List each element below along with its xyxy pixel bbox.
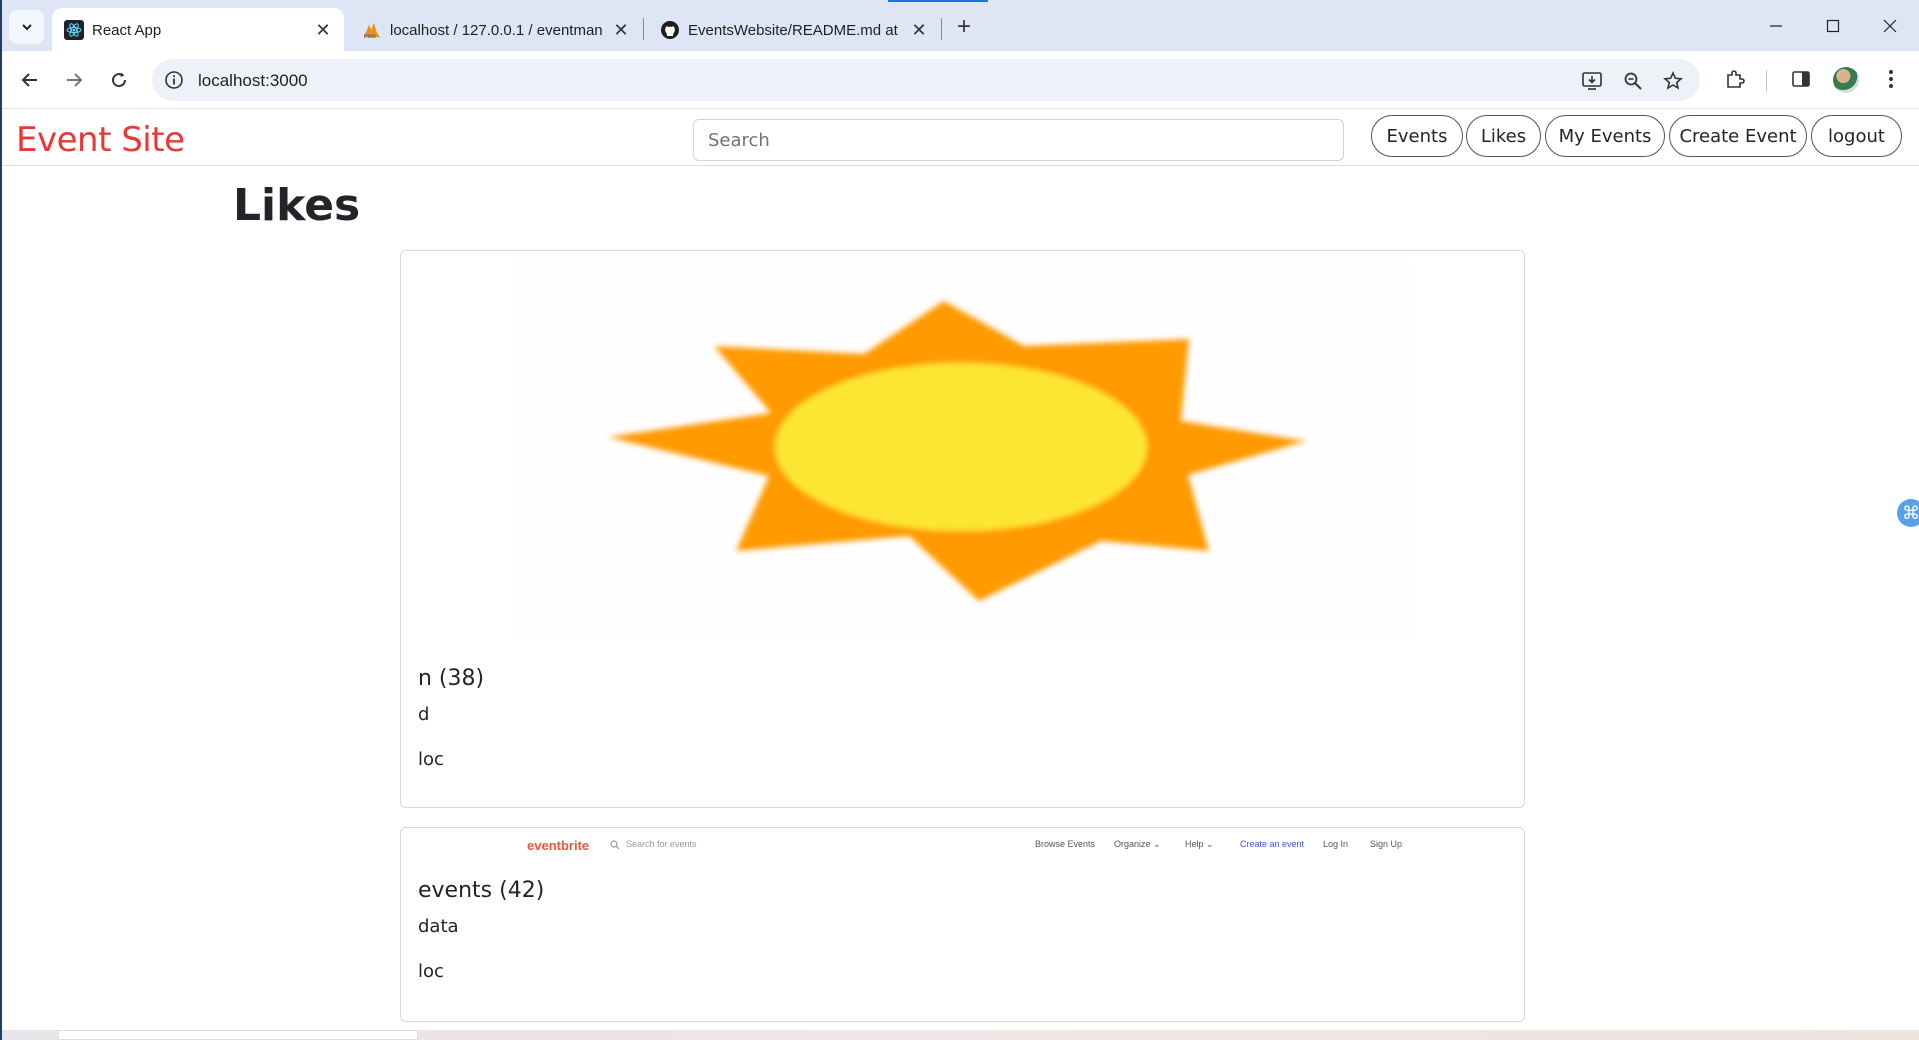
zoom-icon[interactable] bbox=[1621, 69, 1645, 93]
event-card[interactable]: n (38) d loc bbox=[400, 250, 1525, 808]
site-brand[interactable]: Event Site bbox=[16, 120, 185, 160]
eventbrite-link: Organize ⌄ bbox=[1114, 839, 1161, 849]
card-location: loc bbox=[418, 749, 444, 770]
nav-likes-button[interactable]: Likes bbox=[1466, 115, 1541, 157]
floating-widget-icon[interactable]: ⌘ bbox=[1897, 499, 1919, 527]
eventbrite-link: Browse Events bbox=[1035, 839, 1096, 849]
tab-loading-accent bbox=[888, 0, 988, 2]
svg-text:PMA: PMA bbox=[364, 34, 376, 40]
card-title: n (38) bbox=[418, 666, 485, 691]
nav-create-event-button[interactable]: Create Event bbox=[1669, 115, 1807, 157]
window-left-edge bbox=[0, 0, 2, 1040]
maximize-icon[interactable] bbox=[1810, 10, 1856, 42]
minimize-icon[interactable] bbox=[1753, 10, 1799, 42]
close-icon[interactable]: ✕ bbox=[312, 19, 334, 41]
eventbrite-link: Sign Up bbox=[1370, 839, 1403, 849]
tab-title: EventsWebsite/README.md at bbox=[688, 22, 898, 39]
browser-toolbar: localhost:3000 bbox=[0, 51, 1919, 109]
taskbar-window[interactable] bbox=[58, 1030, 418, 1040]
side-panel-icon[interactable] bbox=[1788, 66, 1814, 92]
eventbrite-link: Help ⌄ bbox=[1185, 839, 1214, 849]
search-input[interactable] bbox=[693, 119, 1344, 161]
eventbrite-link: Log In bbox=[1323, 839, 1349, 849]
site-navbar: Event Site Events Likes My Events Create… bbox=[0, 110, 1919, 166]
tab-separator bbox=[643, 18, 644, 40]
eventbrite-search-text: Search for events bbox=[626, 839, 697, 849]
tab-title: localhost / 127.0.0.1 / eventman bbox=[390, 22, 602, 39]
back-icon[interactable] bbox=[14, 64, 46, 96]
reload-icon[interactable] bbox=[103, 64, 135, 96]
tab-github[interactable]: EventsWebsite/README.md at ✕ bbox=[648, 8, 940, 51]
toolbar-divider bbox=[1766, 70, 1767, 92]
url-text: localhost:3000 bbox=[198, 71, 308, 90]
address-bar[interactable]: localhost:3000 bbox=[152, 59, 1700, 101]
nav-my-events-button[interactable]: My Events bbox=[1545, 115, 1665, 157]
eventbrite-screenshot: eventbrite Search for events Browse Even… bbox=[401, 828, 1524, 868]
profile-avatar[interactable] bbox=[1833, 67, 1859, 93]
bookmark-star-icon[interactable] bbox=[1661, 69, 1685, 93]
card-description: d bbox=[418, 704, 430, 725]
site-info-icon[interactable] bbox=[164, 70, 184, 90]
sun-image bbox=[401, 251, 1524, 651]
kebab-menu-icon[interactable] bbox=[1878, 66, 1904, 92]
phpmyadmin-icon: PMA bbox=[362, 20, 382, 40]
nav-logout-button[interactable]: logout bbox=[1811, 115, 1902, 157]
react-icon bbox=[64, 20, 84, 40]
browser-tabstrip: React App ✕ PMA localhost / 127.0.0.1 / … bbox=[0, 0, 1919, 51]
page-viewport: Event Site Events Likes My Events Create… bbox=[0, 110, 1919, 1030]
eventbrite-logo: eventbrite bbox=[527, 838, 590, 853]
tab-separator bbox=[941, 18, 942, 40]
tab-title: React App bbox=[92, 22, 162, 39]
tab-react-app[interactable]: React App ✕ bbox=[52, 8, 344, 51]
close-icon[interactable]: ✕ bbox=[908, 19, 930, 41]
os-taskbar bbox=[0, 1030, 1919, 1040]
window-close-icon[interactable] bbox=[1867, 10, 1913, 42]
new-tab-button[interactable]: + bbox=[950, 13, 978, 41]
card-location: loc bbox=[418, 961, 444, 982]
install-app-icon[interactable] bbox=[1580, 69, 1604, 93]
close-icon[interactable]: ✕ bbox=[610, 19, 632, 41]
tab-phpmyadmin[interactable]: PMA localhost / 127.0.0.1 / eventman ✕ bbox=[350, 8, 642, 51]
card-title: events (42) bbox=[418, 878, 545, 903]
nav-events-button[interactable]: Events bbox=[1371, 115, 1463, 157]
forward-icon[interactable] bbox=[58, 64, 90, 96]
page-title: Likes bbox=[233, 180, 361, 231]
github-icon bbox=[660, 20, 680, 40]
chevron-down-icon bbox=[21, 24, 32, 31]
search-icon bbox=[610, 840, 620, 850]
event-card[interactable]: eventbrite Search for events Browse Even… bbox=[400, 827, 1525, 1022]
extensions-icon[interactable] bbox=[1722, 66, 1748, 92]
tab-search-button[interactable] bbox=[9, 10, 44, 44]
eventbrite-link: Create an event bbox=[1240, 839, 1305, 849]
card-description: data bbox=[418, 916, 459, 937]
